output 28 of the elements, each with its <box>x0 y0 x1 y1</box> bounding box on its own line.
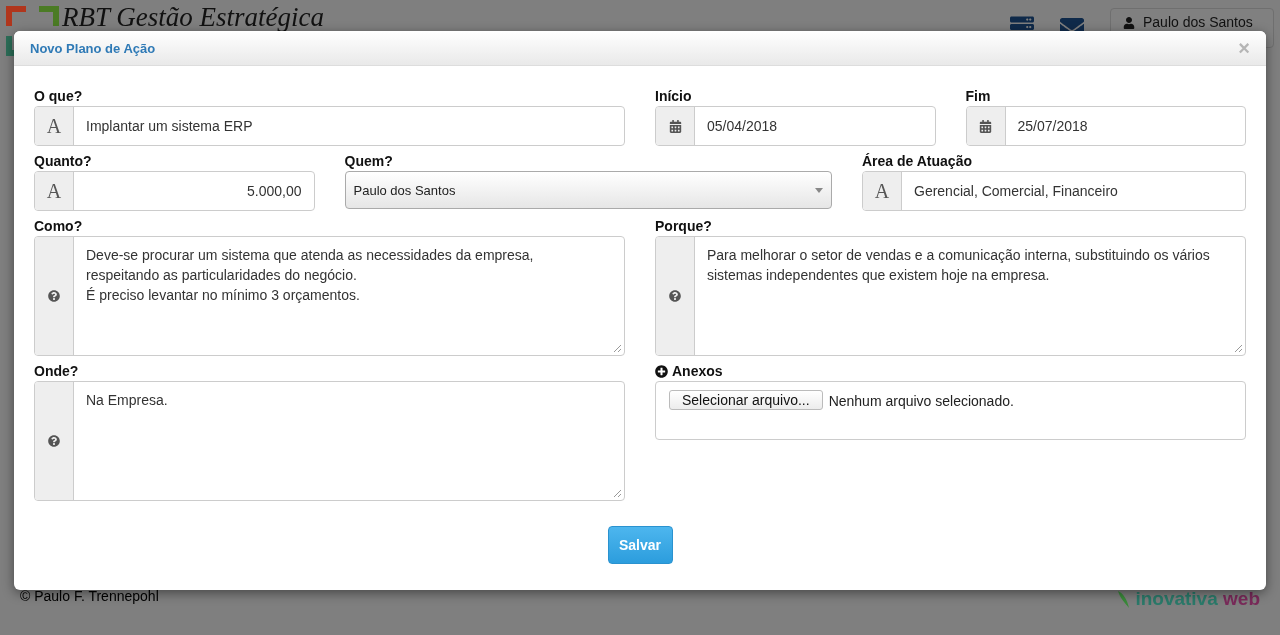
field-label: O que? <box>34 87 83 106</box>
copyright-text: © Paulo F. Trennepohl <box>20 588 159 606</box>
logo-corner-icon <box>6 6 26 26</box>
user-icon <box>1123 17 1135 29</box>
brand-name: RBT Gestão Estratégica <box>62 2 324 33</box>
help-icon <box>48 435 60 447</box>
add-icon[interactable] <box>655 364 668 378</box>
field-label: Porque? <box>655 217 712 236</box>
caret-icon <box>815 187 823 193</box>
field-label: Fim <box>965 87 991 106</box>
help-icon <box>669 290 681 302</box>
resize-grip-icon[interactable] <box>1233 343 1243 353</box>
choose-file-button[interactable]: Selecionar arquivo... <box>669 390 823 410</box>
select-field[interactable]: Paulo dos Santos <box>344 171 832 209</box>
file-status: Nenhum arquivo selecionado. <box>828 392 1014 411</box>
leaf-icon <box>1117 589 1132 609</box>
resize-grip-icon[interactable] <box>612 488 622 498</box>
field-label: Anexos <box>672 362 723 381</box>
footer-logo: inovativa web <box>1135 588 1260 610</box>
help-icon <box>48 290 60 302</box>
field-label: Como? <box>34 217 83 236</box>
resize-grip-icon[interactable] <box>612 343 622 353</box>
field-label: Quanto? <box>34 152 92 171</box>
modal-title: Novo Plano de Ação <box>30 40 156 56</box>
field-label: Área de Atuação <box>862 152 972 171</box>
field-label: Onde? <box>34 362 79 381</box>
field-label: Início <box>655 87 692 106</box>
field-label: Quem? <box>344 152 393 171</box>
